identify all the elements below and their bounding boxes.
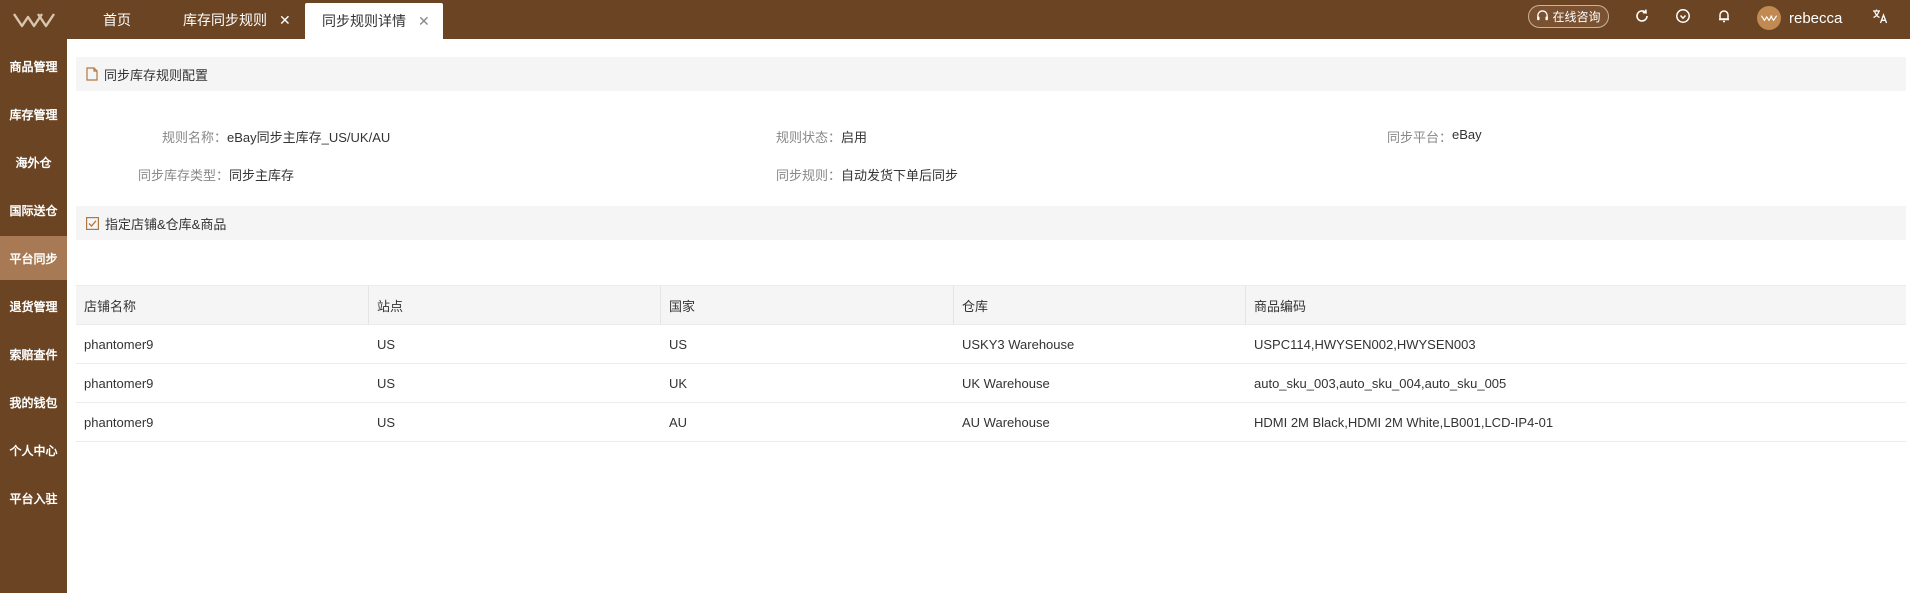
field-stock-type: 同步库存类型： 同步主库存 (138, 165, 294, 184)
table-cell: AU (669, 415, 688, 430)
sidebar-item-international-delivery[interactable]: 国际送仓 (0, 188, 67, 232)
column-header-country[interactable]: 国家 (661, 286, 954, 325)
headset-icon (1537, 10, 1549, 21)
username: rebecca (1789, 9, 1843, 27)
sidebar-item-returns-management[interactable]: 退货管理 (0, 284, 67, 328)
section-title: 指定店铺&仓库&商品 (105, 216, 227, 232)
table-cell: phantomer9 (84, 415, 154, 430)
config-section-header: 同步库存规则配置 (76, 57, 1906, 91)
sidebar-item-label: 商品管理 (9, 59, 58, 74)
sidebar-item-label: 我的钱包 (9, 395, 58, 410)
heart-shield-icon[interactable] (1674, 7, 1692, 25)
field-value: 启用 (841, 130, 868, 145)
field-sync-platform: 同步平台： eBay (1387, 127, 1482, 146)
table-header-row: 店铺名称 站点 国家 仓库 商品编码 (76, 286, 1906, 325)
assignment-table: 店铺名称 站点 国家 仓库 商品编码 phantomer9 US US USKY… (76, 285, 1906, 442)
table-cell: auto_sku_003,auto_sku_004,auto_sku_005 (1254, 376, 1507, 391)
table-cell: phantomer9 (84, 337, 154, 352)
sidebar-item-label: 库存管理 (9, 107, 58, 122)
table-cell: US (377, 376, 396, 391)
section-title: 同步库存规则配置 (104, 67, 209, 83)
tab-label: 同步规则详情 (322, 13, 406, 29)
sidebar-item-label: 国际送仓 (9, 203, 58, 218)
field-label: 规则状态： (776, 130, 842, 145)
table-cell: UK Warehouse (962, 376, 1050, 391)
field-value: eBay (1452, 127, 1482, 142)
online-consult-button[interactable]: 在线咨询 (1528, 5, 1609, 28)
sidebar-item-label: 索赔查件 (9, 347, 58, 362)
sidebar-item-platform-sync[interactable]: 平台同步 (0, 236, 67, 280)
logo[interactable] (0, 0, 67, 39)
sidebar-item-platform-onboarding[interactable]: 平台入驻 (0, 476, 67, 520)
main-content: 同步库存规则配置 规则名称： eBay同步主库存_US/UK/AU 规则状态： … (67, 39, 1910, 593)
field-label: 同步库存类型： (138, 168, 230, 183)
column-header-sku[interactable]: 商品编码 (1246, 286, 1906, 325)
field-value: eBay同步主库存_US/UK/AU (227, 130, 391, 145)
sidebar-item-claims-tracking[interactable]: 索赔查件 (0, 332, 67, 376)
field-label: 同步规则： (776, 168, 842, 183)
table-cell: UK (669, 376, 688, 391)
sidebar-item-product-management[interactable]: 商品管理 (0, 44, 67, 88)
sidebar-item-label: 平台入驻 (9, 491, 58, 506)
table-row: phantomer9 US UK UK Warehouse auto_sku_0… (76, 364, 1906, 403)
tab-label: 首页 (103, 11, 131, 28)
logo-icon (1761, 15, 1777, 22)
translate-icon[interactable] (1871, 7, 1889, 25)
sidebar-item-label: 退货管理 (9, 299, 58, 314)
field-rule-status: 规则状态： 启用 (776, 127, 867, 146)
table-cell: phantomer9 (84, 376, 154, 391)
close-icon[interactable]: ✕ (279, 13, 291, 27)
field-rule-name: 规则名称： eBay同步主库存_US/UK/AU (162, 127, 390, 146)
logo-icon (12, 12, 55, 27)
sidebar-item-label: 海外仓 (15, 155, 52, 170)
checkbox-icon (86, 216, 99, 230)
sidebar-item-label: 个人中心 (9, 443, 58, 458)
bell-icon[interactable] (1715, 7, 1733, 25)
sidebar-item-inventory-management[interactable]: 库存管理 (0, 92, 67, 136)
close-icon[interactable]: ✕ (418, 14, 430, 28)
table-cell: AU Warehouse (962, 415, 1050, 430)
table-row: phantomer9 US US USKY3 Warehouse USPC114… (76, 325, 1906, 364)
table-row: phantomer9 US AU AU Warehouse HDMI 2M Bl… (76, 403, 1906, 442)
tab-inventory-sync-rules[interactable]: 库存同步规则 ✕ (183, 0, 291, 39)
table-cell: US (377, 415, 396, 430)
tab-home[interactable]: 首页 (103, 0, 131, 39)
consult-label: 在线咨询 (1552, 10, 1601, 24)
table-cell: USPC114,HWYSEN002,HWYSEN003 (1254, 337, 1476, 352)
top-bar: 首页 库存同步规则 ✕ 同步规则详情 ✕ 在线咨询 rebecca (0, 0, 1910, 39)
sidebar-item-personal-center[interactable]: 个人中心 (0, 428, 67, 472)
sidebar: 商品管理 库存管理 海外仓 国际送仓 平台同步 退货管理 索赔查件 我的钱包 个… (0, 39, 67, 593)
field-value: 自动发货下单后同步 (841, 168, 959, 183)
document-icon (86, 67, 98, 81)
sidebar-item-overseas-warehouse[interactable]: 海外仓 (0, 140, 67, 184)
field-label: 同步平台： (1387, 130, 1453, 145)
column-header-warehouse[interactable]: 仓库 (954, 286, 1246, 325)
sidebar-item-my-wallet[interactable]: 我的钱包 (0, 380, 67, 424)
field-value: 同步主库存 (229, 168, 295, 183)
table-cell: USKY3 Warehouse (962, 337, 1075, 352)
user-menu[interactable]: rebecca (1757, 5, 1842, 31)
refresh-icon[interactable] (1633, 7, 1651, 25)
tab-sync-rule-detail[interactable]: 同步规则详情 ✕ (305, 3, 443, 39)
field-label: 规则名称： (162, 130, 228, 145)
table-cell: US (377, 337, 396, 352)
table-cell: HDMI 2M Black,HDMI 2M White,LB001,LCD-IP… (1254, 415, 1554, 430)
sidebar-item-label: 平台同步 (9, 251, 58, 266)
table-cell: US (669, 337, 688, 352)
column-header-store-name[interactable]: 店铺名称 (76, 286, 369, 325)
field-sync-rule: 同步规则： 自动发货下单后同步 (776, 165, 958, 184)
avatar (1757, 6, 1781, 30)
column-header-site[interactable]: 站点 (369, 286, 661, 325)
assign-section-header: 指定店铺&仓库&商品 (76, 206, 1906, 240)
tab-label: 库存同步规则 (183, 11, 267, 28)
